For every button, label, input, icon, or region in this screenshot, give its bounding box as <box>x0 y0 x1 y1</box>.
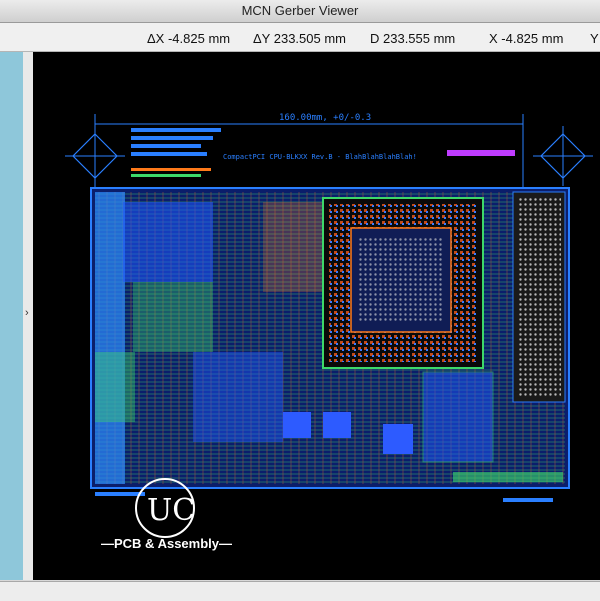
distance-readout: D 233.555 mm <box>370 31 456 46</box>
gerber-canvas[interactable]: 160.00mm, +0/-0.3 CompactPCI CPU-BLKXX R… <box>33 52 600 580</box>
y-readout: Y <box>590 31 599 46</box>
window-title: MCN Gerber Viewer <box>241 3 359 18</box>
dimension-label: 160.00mm, +0/-0.3 <box>279 113 371 123</box>
fiducial-left <box>65 126 125 186</box>
bottom-label-right <box>503 498 553 502</box>
title-line: CompactPCI CPU-BLKXX Rev.B - BlahBlahBla… <box>223 153 417 161</box>
watermark-logo-text: UC <box>147 493 195 528</box>
pcb-board <box>90 187 570 489</box>
coordinate-readout-bar: ΔX -4.825 mm ΔY 233.505 mm D 233.555 mm … <box>0 23 600 52</box>
watermark-tagline: —PCB & Assembly— <box>101 536 232 551</box>
title-block: CompactPCI CPU-BLKXX Rev.B - BlahBlahBla… <box>131 128 515 177</box>
panel-splitter[interactable]: › <box>23 52 33 580</box>
layer-side-panel[interactable] <box>0 52 24 580</box>
fiducial-right <box>533 126 593 186</box>
x-readout: X -4.825 mm <box>489 31 564 46</box>
delta-x-readout: ΔX -4.825 mm <box>147 31 231 46</box>
status-bar <box>0 581 600 601</box>
window-titlebar: MCN Gerber Viewer <box>0 0 600 23</box>
chevron-icon[interactable]: › <box>25 307 29 319</box>
delta-y-readout: ΔY 233.505 mm <box>253 31 346 46</box>
bottom-label-left <box>95 492 145 496</box>
pcb-drawing[interactable]: 160.00mm, +0/-0.3 CompactPCI CPU-BLKXX R… <box>33 52 600 580</box>
